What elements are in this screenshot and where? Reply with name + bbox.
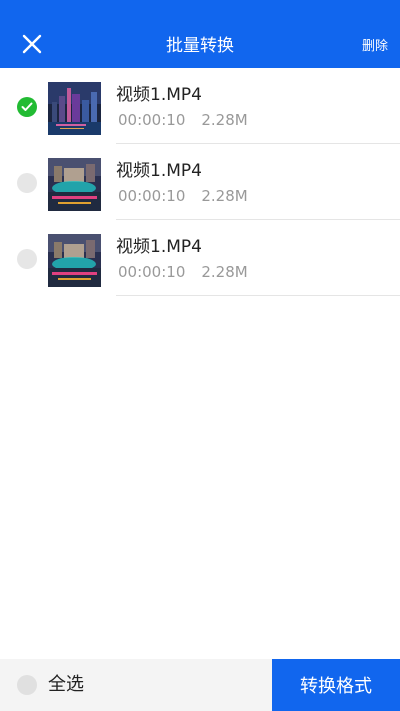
select-all-label: 全选 (48, 674, 84, 695)
select-all-toggle[interactable]: 全选 (17, 675, 84, 695)
video-thumbnail (48, 158, 101, 211)
video-duration: 00:00:10 (118, 263, 186, 281)
list-item[interactable]: 视频1.MP4 00:00:10 2.28M (0, 220, 400, 296)
video-thumbnail (48, 82, 101, 135)
top-bar: 批量转换 删除 (0, 0, 400, 68)
video-size: 2.28M (201, 111, 248, 129)
list-item[interactable]: 视频1.MP4 00:00:10 2.28M (0, 68, 400, 144)
video-name: 视频1.MP4 (116, 161, 202, 181)
check-icon (21, 102, 33, 111)
video-thumbnail (48, 234, 101, 287)
video-meta: 00:00:10 2.28M (118, 262, 248, 282)
video-size: 2.28M (201, 263, 248, 281)
video-name: 视频1.MP4 (116, 85, 202, 105)
video-meta: 00:00:10 2.28M (118, 110, 248, 130)
checkbox-unselected[interactable] (17, 173, 37, 193)
delete-button[interactable]: 删除 (362, 38, 388, 56)
select-all-checkbox[interactable] (17, 675, 37, 695)
divider (116, 295, 400, 296)
page-title: 批量转换 (166, 36, 234, 56)
app-screen: 批量转换 删除 视频1.MP4 00:00:10 2.28M 视频1.MP4 0… (0, 0, 400, 711)
video-meta: 00:00:10 2.28M (118, 186, 248, 206)
list-item[interactable]: 视频1.MP4 00:00:10 2.28M (0, 144, 400, 220)
checkbox-unselected[interactable] (17, 249, 37, 269)
video-name: 视频1.MP4 (116, 237, 202, 257)
convert-format-button[interactable]: 转换格式 (272, 659, 400, 711)
video-duration: 00:00:10 (118, 187, 186, 205)
checkbox-selected[interactable] (17, 97, 37, 117)
bottom-bar: 全选 转换格式 (0, 659, 400, 711)
video-duration: 00:00:10 (118, 111, 186, 129)
video-size: 2.28M (201, 187, 248, 205)
video-list: 视频1.MP4 00:00:10 2.28M 视频1.MP4 00:00:10 … (0, 68, 400, 296)
